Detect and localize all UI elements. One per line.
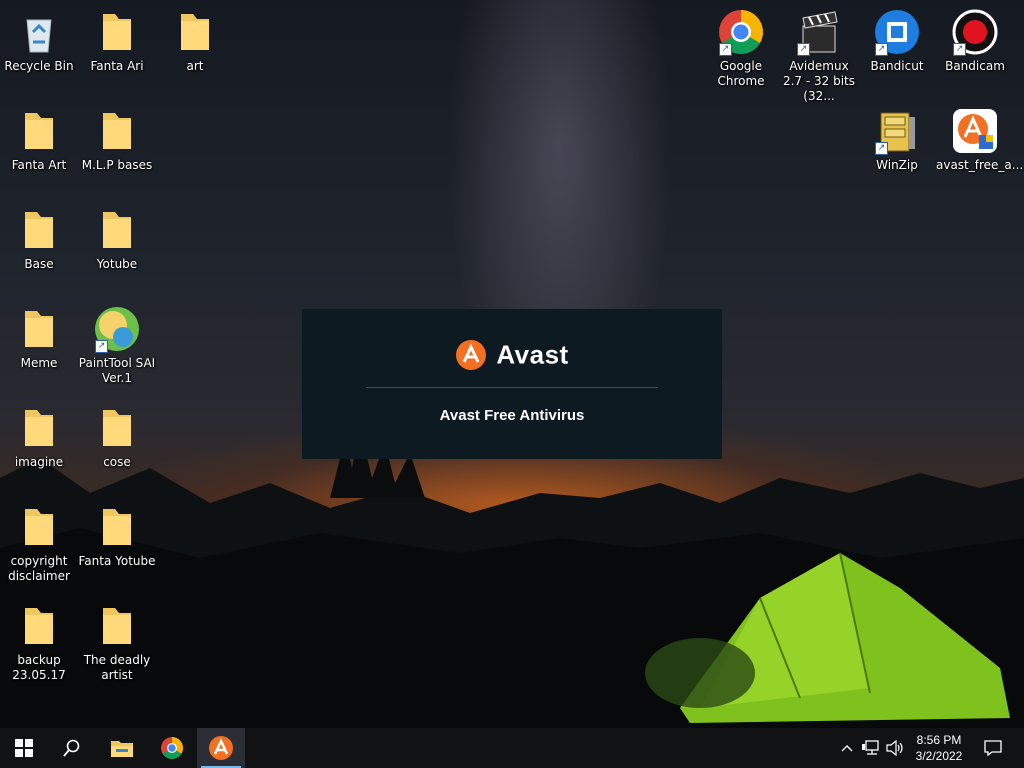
desktop-icon-yotube[interactable]: Yotube [78, 206, 156, 272]
chrome-icon [161, 737, 183, 759]
clock-date: 3/2/2022 [915, 749, 963, 763]
file-explorer-icon [111, 741, 133, 757]
desktop-icon-winzip[interactable]: ↗ WinZip [858, 107, 936, 173]
desktop-icon-base[interactable]: Base [0, 206, 78, 272]
desktop-icon-label: Fanta Yotube [78, 554, 156, 568]
desktop-icon-label: cose [103, 455, 131, 469]
folder-icon [15, 404, 63, 452]
desktop-icon-copyright-disclaimer[interactable]: copyright disclaimer [0, 503, 78, 584]
windows-start-icon [15, 739, 33, 757]
desktop-icon-avidemux[interactable]: ↗ Avidemux 2.7 - 32 bits (32... [780, 8, 858, 104]
desktop-icon-fanta-ari[interactable]: Fanta Ari [78, 8, 156, 74]
search-icon [63, 739, 80, 757]
taskbar-chrome[interactable] [148, 728, 196, 768]
splash-product-name: Avast Free Antivirus [439, 407, 585, 424]
folder-icon [15, 206, 63, 254]
taskbar-avast[interactable] [197, 728, 245, 768]
desktop-icon-label: Avidemux 2.7 - 32 bits (32... [782, 59, 856, 103]
desktop-icon-label: Google Chrome [717, 59, 765, 88]
splash-divider [366, 387, 658, 388]
desktop-icon-painttool-sai[interactable]: ↗ PaintTool SAI Ver.1 [78, 305, 156, 386]
winzip-icon: ↗ [873, 107, 921, 155]
desktop-icon-meme[interactable]: Meme [0, 305, 78, 371]
action-center-button[interactable] [978, 728, 1008, 768]
folder-icon [15, 602, 63, 650]
avast-logo-icon [456, 340, 487, 370]
desktop-icon-label: WinZip [876, 158, 918, 172]
desktop-icon-bandicam[interactable]: ↗ Bandicam [936, 8, 1014, 74]
desktop-icon-fanta-art[interactable]: Fanta Art [0, 107, 78, 173]
desktop-icon-cose[interactable]: cose [78, 404, 156, 470]
desktop-icon-imagine[interactable]: imagine [0, 404, 78, 470]
desktop-icon-label: Yotube [96, 257, 138, 271]
folder-icon [93, 404, 141, 452]
chrome-icon: ↗ [717, 8, 765, 56]
network-icon [862, 740, 879, 755]
avidemux-icon: ↗ [795, 8, 843, 56]
desktop-icon-backup[interactable]: backup 23.05.17 [0, 602, 78, 683]
avast-splash-screen: Avast Avast Free Antivirus [302, 309, 722, 459]
volume-tray-button[interactable] [884, 728, 906, 768]
desktop-icon-avast-installer[interactable]: avast_free_a... [936, 107, 1024, 173]
desktop-icon-label: Base [24, 257, 54, 271]
folder-icon [93, 602, 141, 650]
folder-icon [93, 8, 141, 56]
search-button[interactable] [48, 728, 96, 768]
bandicam-icon: ↗ [951, 8, 999, 56]
desktop-icon-label: Bandicam [945, 59, 1005, 73]
desktop-icon-label: Bandicut [870, 59, 924, 73]
desktop-icon-recycle-bin[interactable]: Recycle Bin [0, 8, 78, 74]
shortcut-arrow-icon: ↗ [875, 142, 888, 155]
recycle-bin-icon [15, 8, 63, 56]
desktop-icon-label: Recycle Bin [4, 59, 74, 73]
shortcut-arrow-icon: ↗ [953, 43, 966, 56]
desktop-icon-label: backup 23.05.17 [12, 653, 66, 682]
desktop-icon-art[interactable]: art [156, 8, 234, 74]
desktop-icon-label: imagine [14, 455, 64, 469]
start-button[interactable] [0, 728, 48, 768]
desktop-icon-label: avast_free_a... [936, 158, 1024, 172]
volume-icon [886, 740, 903, 756]
folder-icon [93, 107, 141, 155]
folder-icon [15, 107, 63, 155]
desktop-icon-mlp-bases[interactable]: M.L.P bases [78, 107, 156, 173]
folder-icon [15, 503, 63, 551]
desktop-icon-label: PaintTool SAI Ver.1 [78, 356, 156, 385]
taskbar: 8:56 PM 3/2/2022 [0, 728, 1024, 768]
shortcut-arrow-icon: ↗ [797, 43, 810, 56]
show-hidden-icons-button[interactable] [838, 728, 856, 768]
desktop-icon-the-deadly-artist[interactable]: The deadly artist [78, 602, 156, 683]
wallpaper-landscape [0, 438, 1024, 728]
desktop-icon-label: The deadly artist [83, 653, 151, 682]
taskbar-clock[interactable]: 8:56 PM 3/2/2022 [904, 728, 974, 768]
folder-icon [15, 305, 63, 353]
desktop-icon-label: art [186, 59, 204, 73]
folder-icon [93, 503, 141, 551]
network-tray-button[interactable] [860, 728, 882, 768]
avast-brand-text: Avast [496, 339, 569, 370]
taskbar-file-explorer[interactable] [98, 728, 146, 768]
desktop-icon-label: copyright disclaimer [8, 554, 70, 583]
folder-icon [171, 8, 219, 56]
desktop-icon-label: Meme [20, 356, 58, 370]
shortcut-arrow-icon: ↗ [875, 43, 888, 56]
shortcut-arrow-icon: ↗ [719, 43, 732, 56]
folder-icon [93, 206, 141, 254]
painttool-sai-icon: ↗ [93, 305, 141, 353]
chevron-up-icon [841, 745, 853, 752]
clock-time: 8:56 PM [916, 733, 962, 747]
avast-installer-icon [951, 107, 999, 155]
desktop-icon-bandicut[interactable]: ↗ Bandicut [858, 8, 936, 74]
desktop-icon-label: Fanta Art [11, 158, 67, 172]
desktop-icon-fanta-yotube[interactable]: Fanta Yotube [78, 503, 156, 569]
desktop-icon-label: M.L.P bases [81, 158, 153, 172]
bandicut-icon: ↗ [873, 8, 921, 56]
shortcut-arrow-icon: ↗ [95, 340, 108, 353]
desktop-icon-label: Fanta Ari [90, 59, 144, 73]
avast-icon [209, 736, 233, 760]
avast-logo: Avast [302, 339, 722, 375]
desktop-icon-google-chrome[interactable]: ↗ Google Chrome [702, 8, 780, 89]
action-center-icon [984, 740, 1002, 756]
